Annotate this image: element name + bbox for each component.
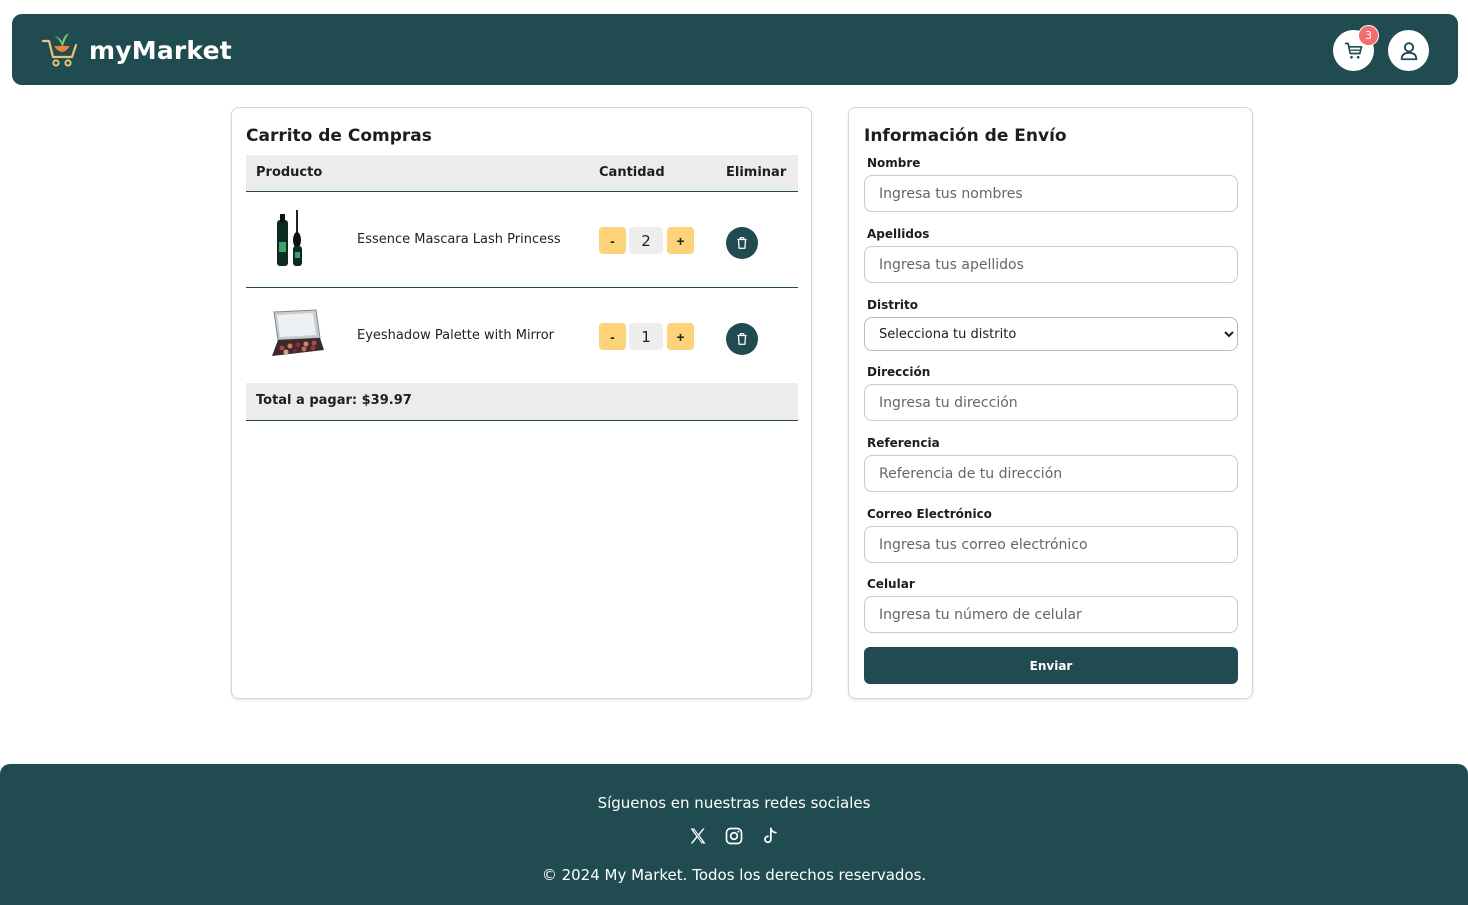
submit-button[interactable]: Enviar (864, 647, 1238, 684)
shipping-info-panel: Información de Envío Nombre Apellidos Di… (848, 107, 1253, 699)
referencia-input[interactable] (864, 455, 1238, 492)
remove-item-button[interactable] (726, 323, 758, 355)
top-navbar: myMarket 3 (12, 14, 1458, 85)
celular-label: Celular (867, 577, 915, 591)
cart-icon (1344, 42, 1362, 59)
apellidos-input[interactable] (864, 246, 1238, 283)
referencia-label: Referencia (867, 436, 940, 450)
instagram-icon[interactable] (723, 825, 745, 847)
user-icon (1400, 41, 1417, 60)
tiktok-icon[interactable] (759, 825, 781, 847)
increase-quantity-button[interactable]: + (667, 323, 694, 350)
increase-quantity-button[interactable]: + (667, 227, 694, 254)
apellidos-label: Apellidos (867, 227, 930, 241)
decrease-quantity-button[interactable]: - (599, 227, 626, 254)
shipping-title: Información de Envío (864, 126, 1067, 146)
copyright-text: © 2024 My Market. Todos los derechos res… (541, 866, 927, 884)
brand-name: myMarket (89, 35, 232, 65)
follow-text: Síguenos en nuestras redes sociales (597, 794, 871, 812)
eyeshadow-palette-image (272, 309, 324, 356)
x-icon[interactable] (687, 825, 709, 847)
shopping-cart-panel: Carrito de Compras Producto Cantidad Eli… (231, 107, 812, 699)
table-row: Eyeshadow Palette with Mirror - 1 + (246, 288, 798, 384)
remove-item-button[interactable] (726, 227, 758, 259)
footer: Síguenos en nuestras redes sociales © 20… (0, 764, 1468, 905)
distrito-label: Distrito (867, 298, 918, 312)
trash-icon (737, 237, 747, 249)
cart-table-header: Producto Cantidad Eliminar (246, 155, 798, 192)
social-links (0, 825, 1468, 847)
decrease-quantity-button[interactable]: - (599, 323, 626, 350)
trash-icon (737, 333, 747, 345)
mascara-image (277, 210, 302, 266)
column-quantity: Cantidad (599, 165, 665, 180)
cart-button[interactable]: 3 (1333, 25, 1379, 71)
product-name: Essence Mascara Lash Princess (357, 232, 561, 247)
correo-input[interactable] (864, 526, 1238, 563)
shopping-cart-carrot-logo-icon (41, 33, 78, 67)
user-account-button[interactable] (1388, 30, 1429, 71)
quantity-value: 2 (629, 227, 663, 254)
celular-input[interactable] (864, 596, 1238, 633)
nombre-input[interactable] (864, 175, 1238, 212)
cart-total: Total a pagar: $39.97 (246, 383, 798, 421)
product-name: Eyeshadow Palette with Mirror (357, 328, 555, 343)
distrito-select[interactable]: Selecciona tu distrito (864, 317, 1238, 351)
column-product: Producto (256, 165, 323, 180)
correo-label: Correo Electrónico (867, 507, 992, 521)
table-row: Essence Mascara Lash Princess - 2 + (246, 192, 798, 288)
direccion-input[interactable] (864, 384, 1238, 421)
quantity-value: 1 (629, 323, 663, 350)
cart-title: Carrito de Compras (246, 126, 432, 146)
nombre-label: Nombre (867, 156, 921, 170)
cart-count-badge: 3 (1358, 25, 1379, 46)
direccion-label: Dirección (867, 365, 931, 379)
brand-logo[interactable]: myMarket (41, 28, 232, 72)
column-remove: Eliminar (726, 165, 787, 180)
